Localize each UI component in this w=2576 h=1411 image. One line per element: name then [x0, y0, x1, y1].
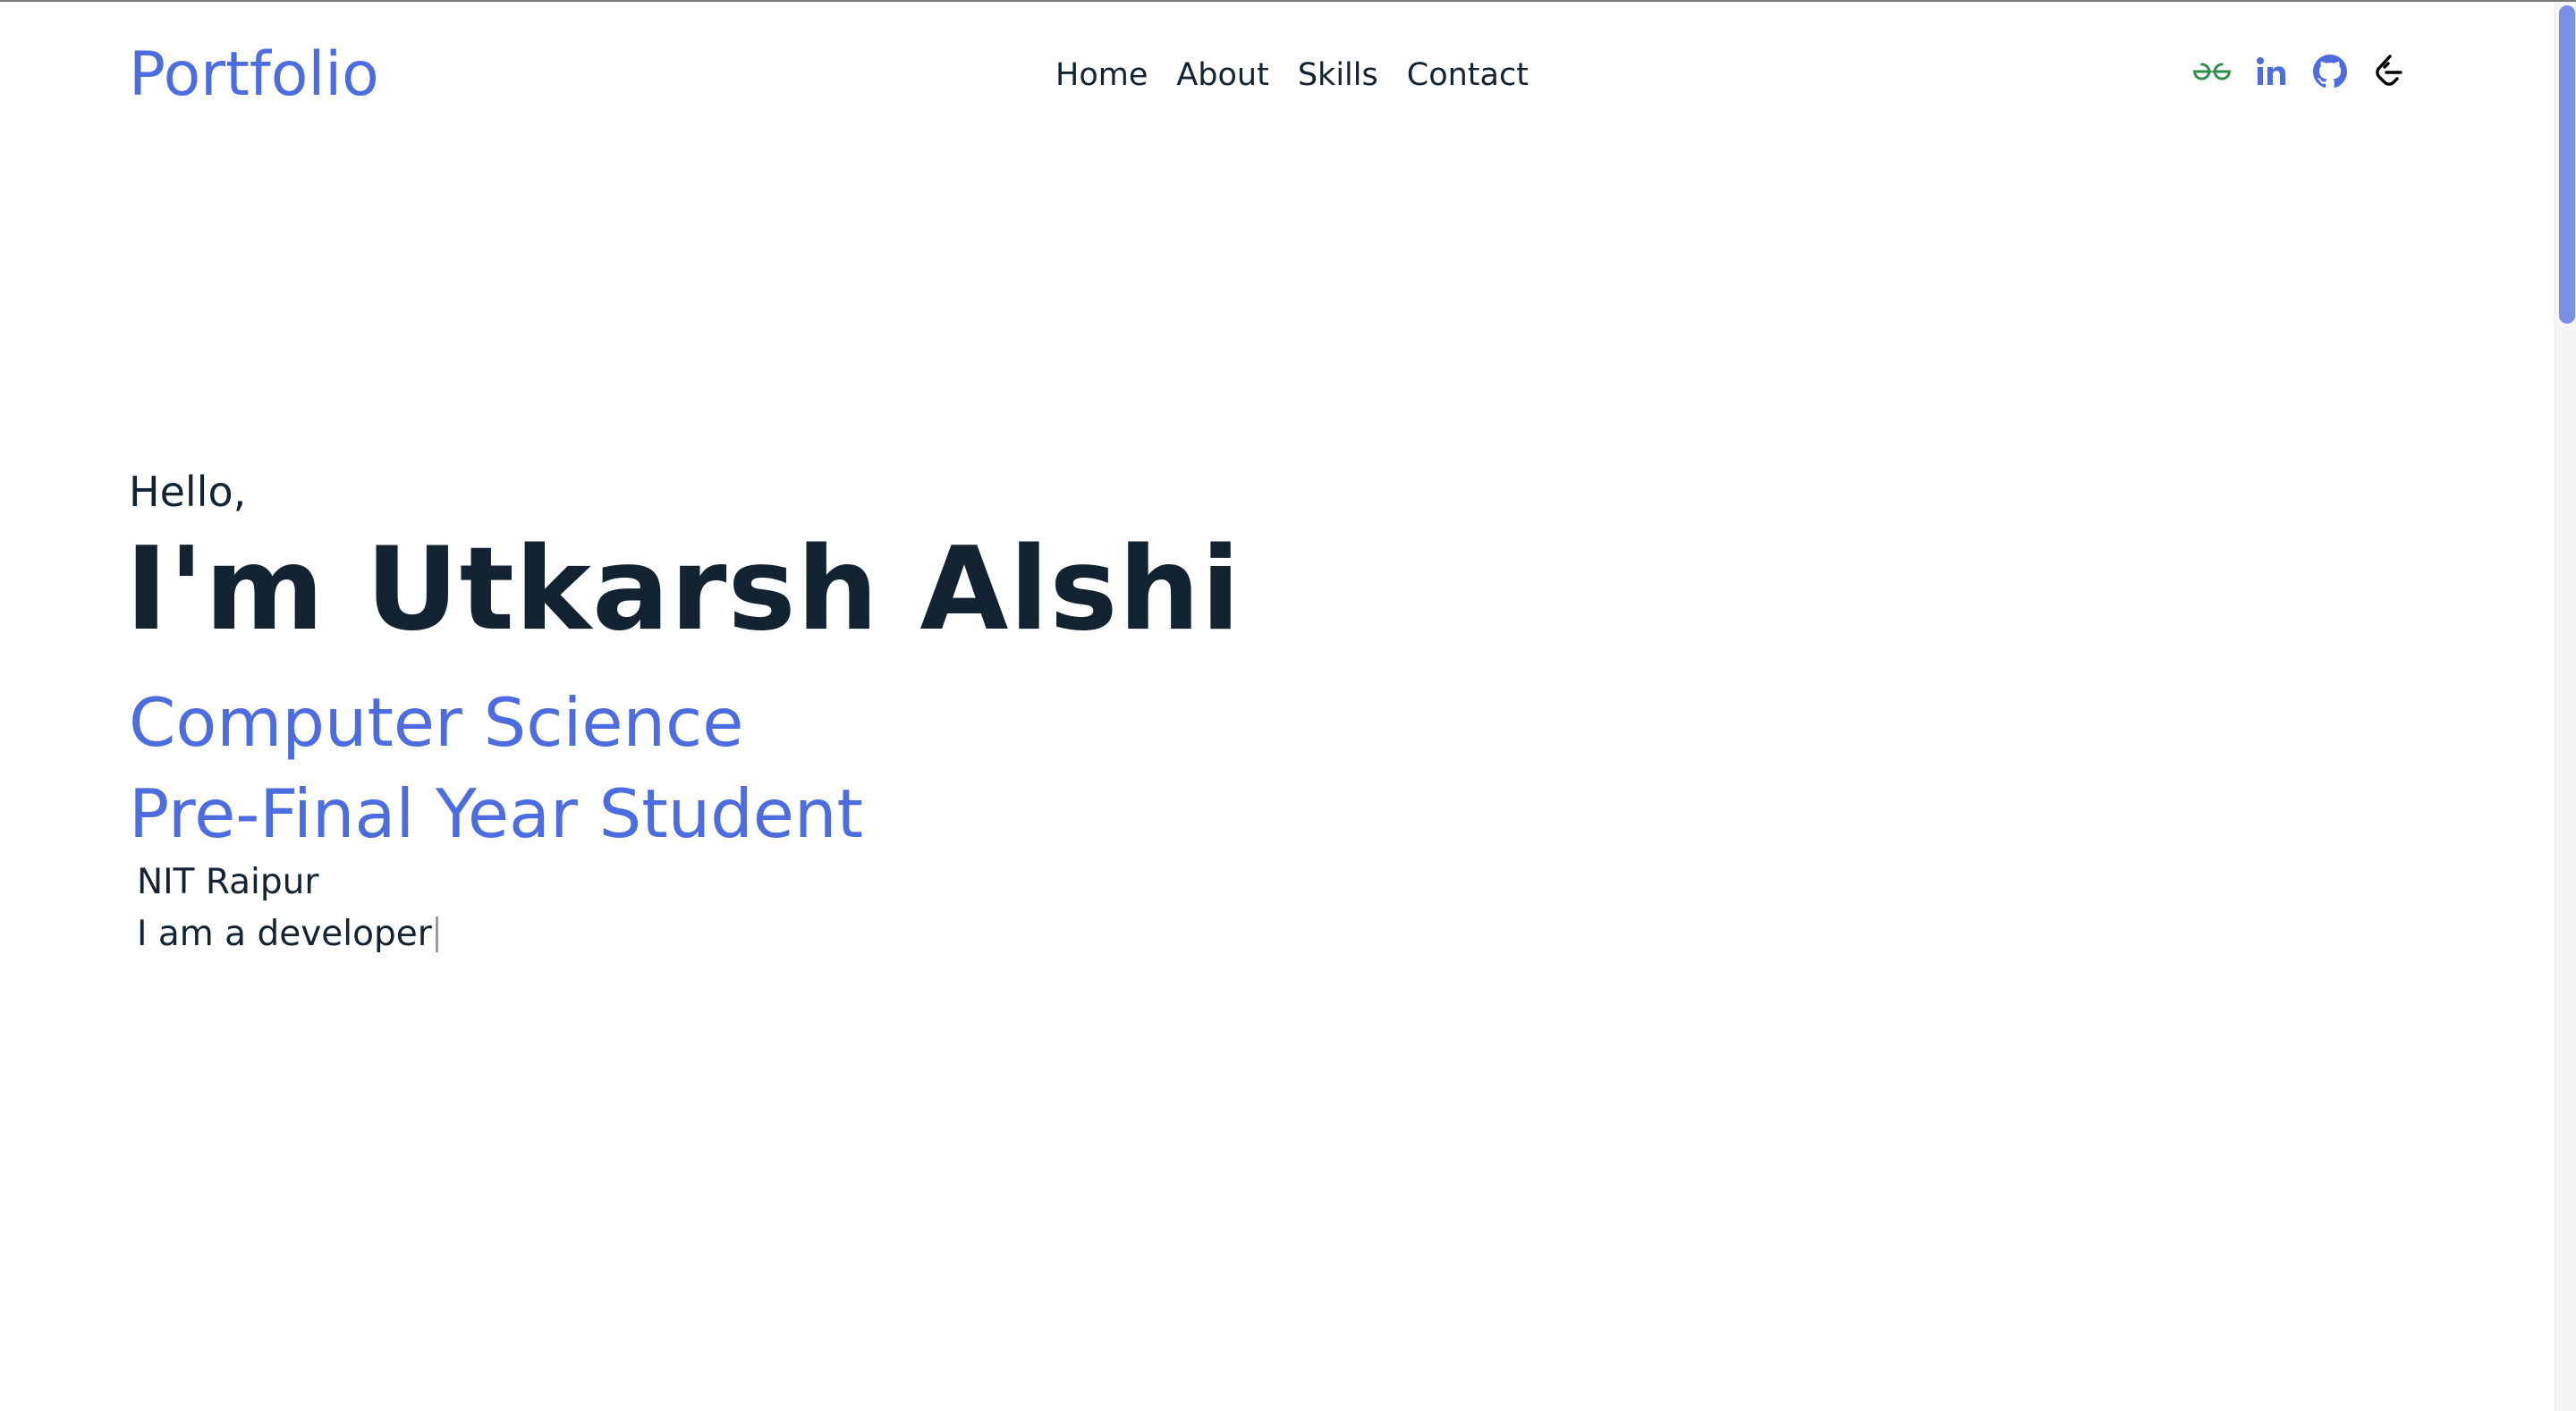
- page: Portfolio Home About Skills Contact Hell…: [0, 2, 2555, 1411]
- social-links: [2193, 52, 2408, 91]
- typed-text-content: I am a developer: [137, 914, 432, 954]
- role-line-2: Pre-Final Year Student: [129, 774, 863, 853]
- vertical-scrollbar[interactable]: [2555, 2, 2576, 1411]
- scrollbar-thumb[interactable]: [2559, 5, 2575, 324]
- hero-name: I'm Utkarsh Alshi: [125, 523, 1241, 656]
- nav-about-link[interactable]: About: [1176, 54, 1268, 97]
- linkedin-icon[interactable]: [2252, 52, 2290, 91]
- college-text: NIT Raipur: [137, 862, 319, 902]
- github-icon[interactable]: [2311, 52, 2349, 91]
- geeksforgeeks-icon[interactable]: [2193, 52, 2231, 91]
- logo[interactable]: Portfolio: [129, 38, 379, 113]
- typed-text: I am a developer: [137, 910, 438, 959]
- nav-contact-link[interactable]: Contact: [1407, 54, 1529, 97]
- greeting: Hello,: [129, 468, 247, 516]
- main-nav: Home About Skills Contact: [1055, 54, 1529, 97]
- role-line-1: Computer Science: [129, 683, 744, 762]
- typing-cursor: [435, 917, 438, 952]
- nav-skills-link[interactable]: Skills: [1298, 54, 1378, 97]
- nav-home-link[interactable]: Home: [1055, 54, 1148, 97]
- leetcode-icon[interactable]: [2370, 52, 2408, 91]
